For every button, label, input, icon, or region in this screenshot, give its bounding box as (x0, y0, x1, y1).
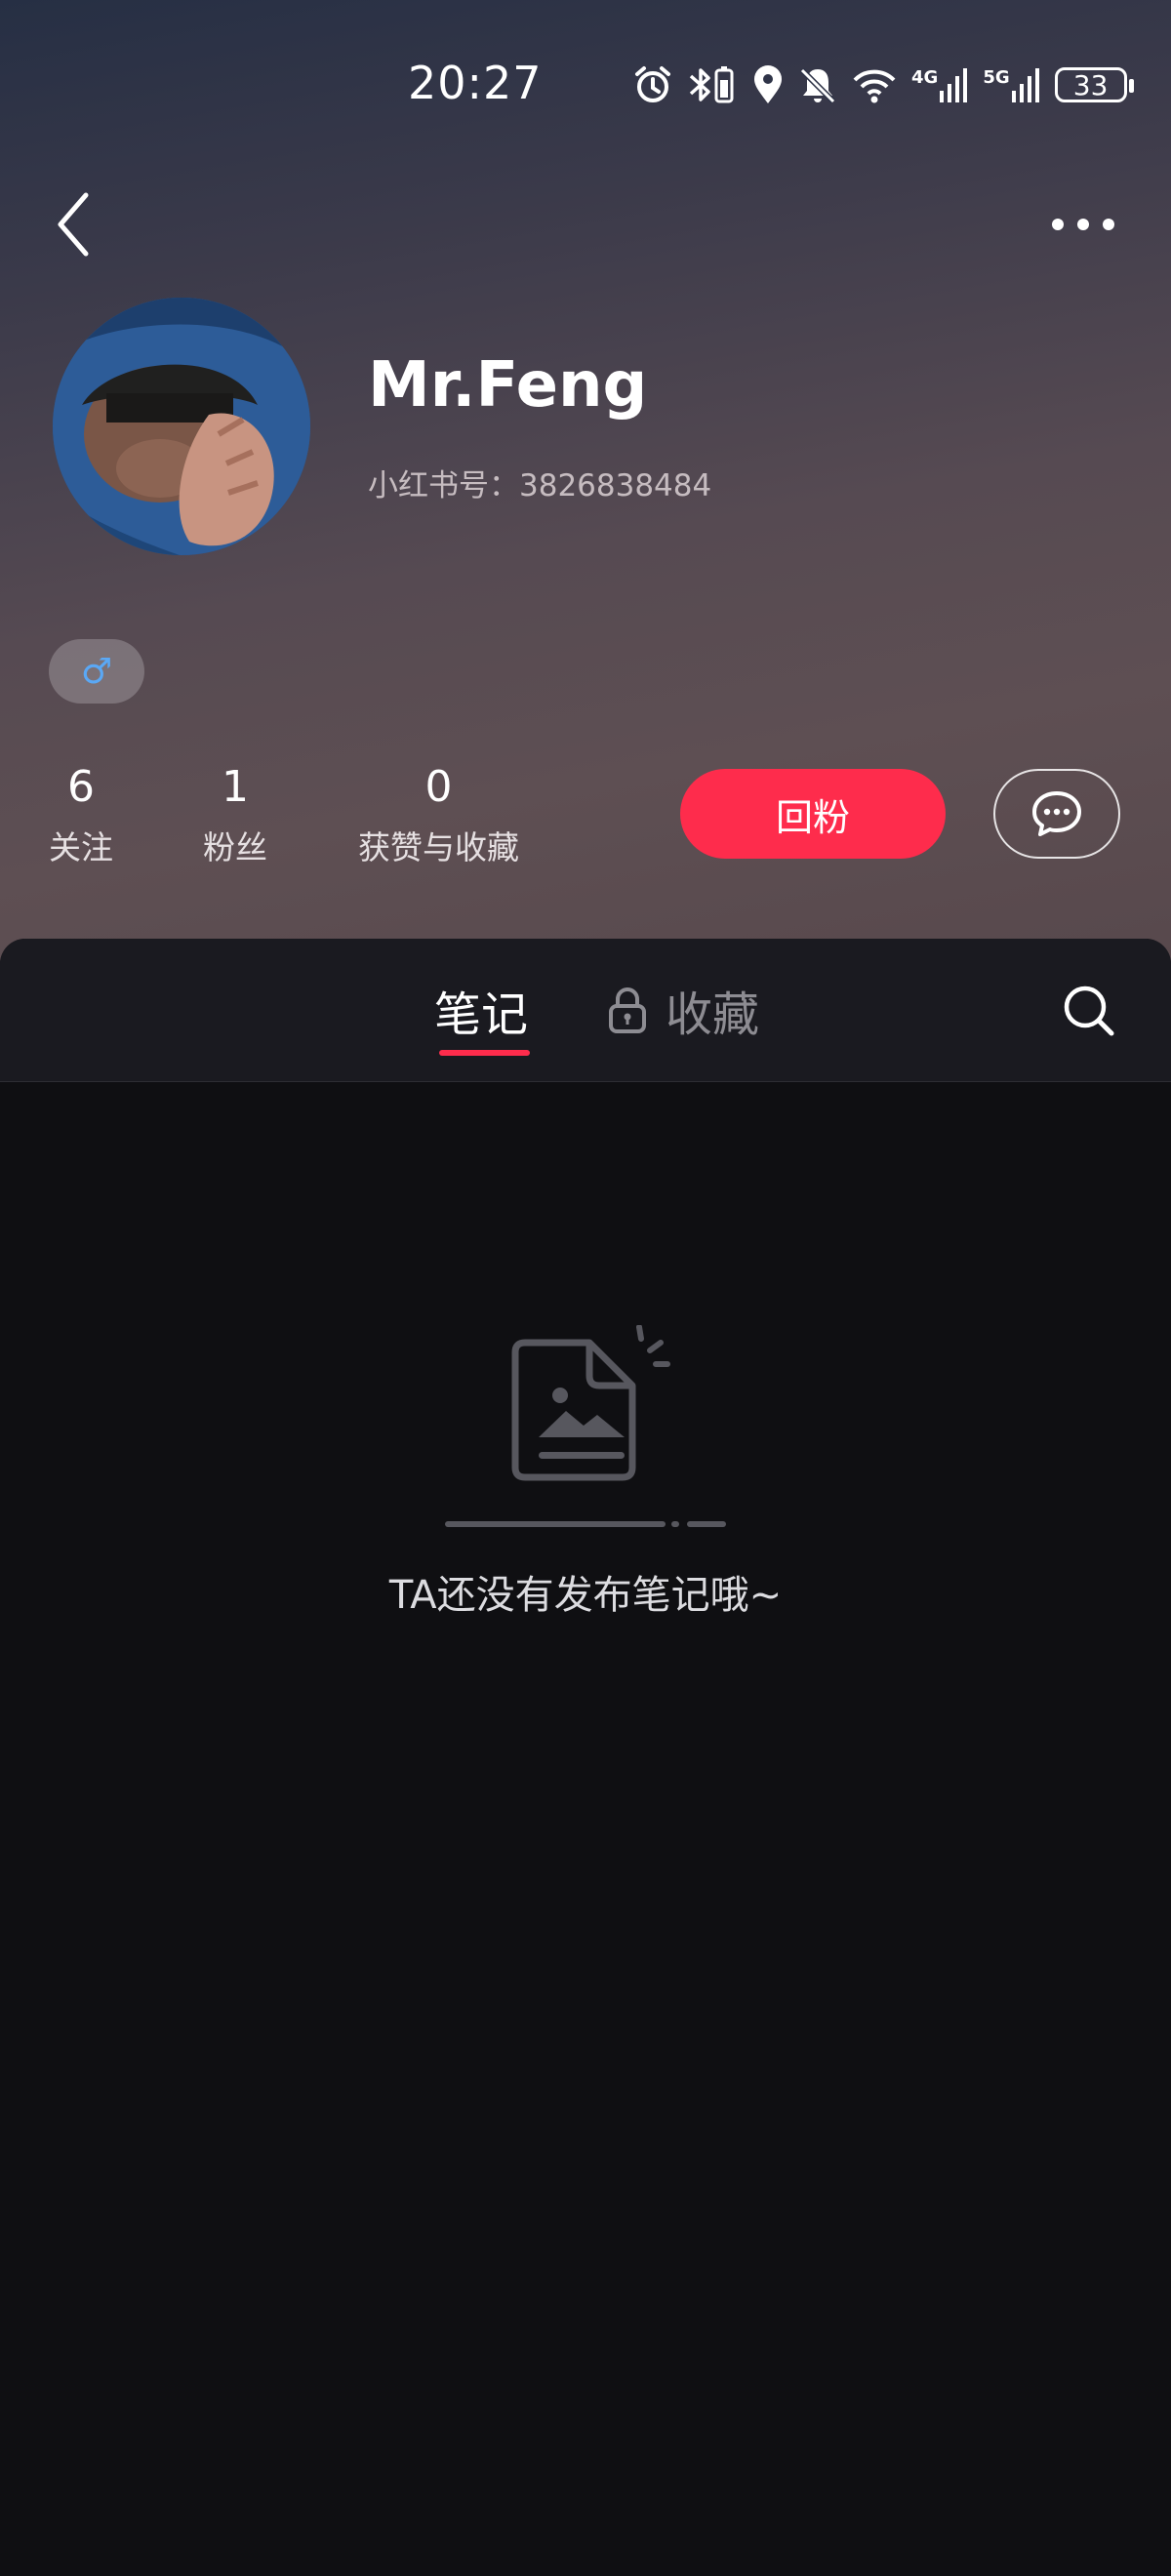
battery-level: 33 (1072, 68, 1109, 101)
signal-4g: 4G (911, 67, 969, 102)
search-button[interactable] (1060, 982, 1118, 1040)
location-icon (754, 65, 782, 103)
stat-followers-label: 粉丝 (203, 828, 267, 866)
empty-note-icon (445, 1325, 726, 1527)
stat-followers-count: 1 (222, 762, 249, 812)
search-icon (1064, 986, 1114, 1036)
message-button[interactable] (993, 769, 1120, 859)
status-time: 20:27 (408, 57, 543, 109)
network-4g-label: 4G (911, 67, 939, 88)
username: Mr.Feng (368, 349, 648, 422)
bluetooth-battery-icon (689, 66, 734, 103)
follow-back-button[interactable]: 回粉 (680, 769, 946, 859)
stat-following[interactable]: 6 关注 (49, 761, 113, 868)
more-horizontal-icon (1052, 219, 1114, 230)
male-icon: ♂ (80, 651, 113, 692)
chat-bubble-icon (1032, 791, 1081, 836)
chevron-left-icon (58, 192, 89, 257)
lock-icon (609, 987, 646, 1033)
user-id: 小红书号：3826838484 (368, 468, 712, 503)
stat-likes-count: 0 (424, 762, 453, 812)
status-icons: 4G 5G 33 (632, 60, 1134, 109)
tab-favorites-label: 收藏 (666, 987, 760, 1042)
signal-bars-icon (1011, 68, 1039, 102)
status-bar: 20:27 4G 5G 33 (0, 0, 1171, 171)
stat-following-label: 关注 (49, 828, 113, 866)
alarm-icon (635, 66, 670, 102)
tab-active-indicator (439, 1050, 530, 1056)
stat-likes-label: 获赞与收藏 (358, 828, 519, 866)
stat-following-count: 6 (67, 762, 95, 812)
battery-indicator: 33 (1054, 67, 1134, 102)
signal-5g: 5G (983, 67, 1040, 102)
avatar[interactable] (53, 298, 310, 555)
mute-bell-icon (799, 67, 836, 104)
signal-bars-icon (940, 68, 968, 102)
tab-favorites[interactable]: 收藏 (607, 976, 759, 1044)
wifi-icon (853, 69, 896, 103)
stat-likes-collections[interactable]: 0 获赞与收藏 (358, 761, 519, 868)
gender-badge: ♂ (49, 639, 144, 704)
tab-notes[interactable]: 笔记 (434, 976, 528, 1044)
stat-followers[interactable]: 1 粉丝 (203, 761, 267, 868)
network-5g-label: 5G (983, 67, 1010, 88)
content-panel: 笔记 收藏 (0, 939, 1171, 2576)
back-button[interactable] (47, 185, 105, 263)
more-button[interactable] (1044, 200, 1122, 249)
empty-state-message: TA还没有发布笔记哦~ (388, 1573, 783, 1618)
tab-bar: 笔记 收藏 (0, 939, 1171, 1082)
avatar-image (53, 298, 310, 555)
